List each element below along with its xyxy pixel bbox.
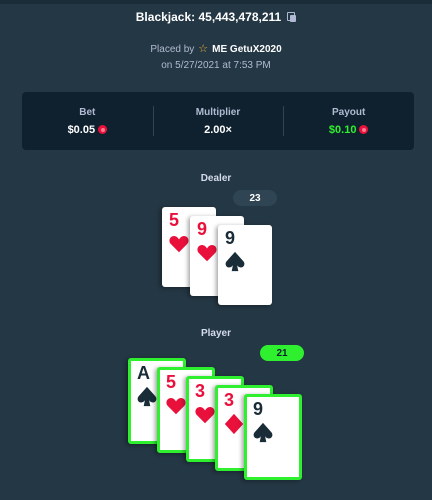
bet-value: $0.05 [67, 123, 96, 136]
game-title: Blackjack: 45,443,478,211 [135, 10, 282, 24]
player-label: Player [200, 328, 232, 339]
card-rank: 5 [166, 372, 177, 392]
player-name-link[interactable]: ME GetuX2020 [212, 44, 281, 55]
bet-stats-panel: Bet $0.05 Multiplier 2.00× Payout $0.10 [22, 92, 414, 150]
multiplier-stat: Multiplier 2.00× [152, 92, 284, 150]
star-icon: ☆ [198, 42, 209, 55]
multiplier-label: Multiplier [195, 106, 241, 118]
heart-suit-icon [166, 397, 186, 415]
player-score-badge: 21 [260, 345, 304, 361]
bet-value-row: $0.05 [68, 124, 108, 136]
bet-label: Bet [79, 106, 96, 118]
payout-value-row: $0.10 [329, 124, 369, 136]
currency-coin-icon [359, 125, 369, 134]
payout-value: $0.10 [328, 123, 357, 136]
payout-stat: Payout $0.10 [283, 92, 414, 150]
spade-suit-icon [137, 386, 157, 407]
dealer-label: Dealer [200, 173, 232, 184]
bet-stat: Bet $0.05 [22, 92, 153, 150]
copy-icon[interactable] [287, 12, 297, 22]
card-rank: 3 [195, 381, 206, 401]
heart-suit-icon [169, 235, 189, 253]
spade-suit-icon [225, 251, 245, 272]
playing-card: 9 [218, 225, 272, 305]
title-row: Blackjack: 45,443,478,211 [0, 6, 432, 28]
multiplier-value: 2.00× [204, 123, 232, 136]
heart-suit-icon [195, 406, 215, 424]
card-rank: 9 [253, 399, 264, 419]
playing-card: 9 [244, 394, 302, 480]
diamond-suit-icon [224, 413, 244, 435]
placed-by-row: Placed by ☆ ME GetuX2020 [0, 41, 432, 57]
card-rank: A [137, 363, 150, 383]
top-strip [0, 0, 432, 4]
bet-details-modal: Blackjack: 45,443,478,211 Placed by ☆ ME… [0, 0, 432, 500]
card-rank: 9 [225, 228, 236, 248]
heart-suit-icon [197, 244, 217, 262]
card-rank: 5 [169, 210, 180, 230]
currency-coin-icon [98, 125, 108, 134]
payout-label: Payout [332, 106, 366, 118]
placed-by-label: Placed by [150, 43, 195, 55]
spade-suit-icon [253, 422, 273, 443]
bet-date: on 5/27/2021 at 7:53 PM [161, 60, 271, 71]
card-rank: 9 [197, 219, 208, 239]
card-rank: 3 [224, 390, 235, 410]
dealer-score-badge: 23 [233, 190, 277, 206]
